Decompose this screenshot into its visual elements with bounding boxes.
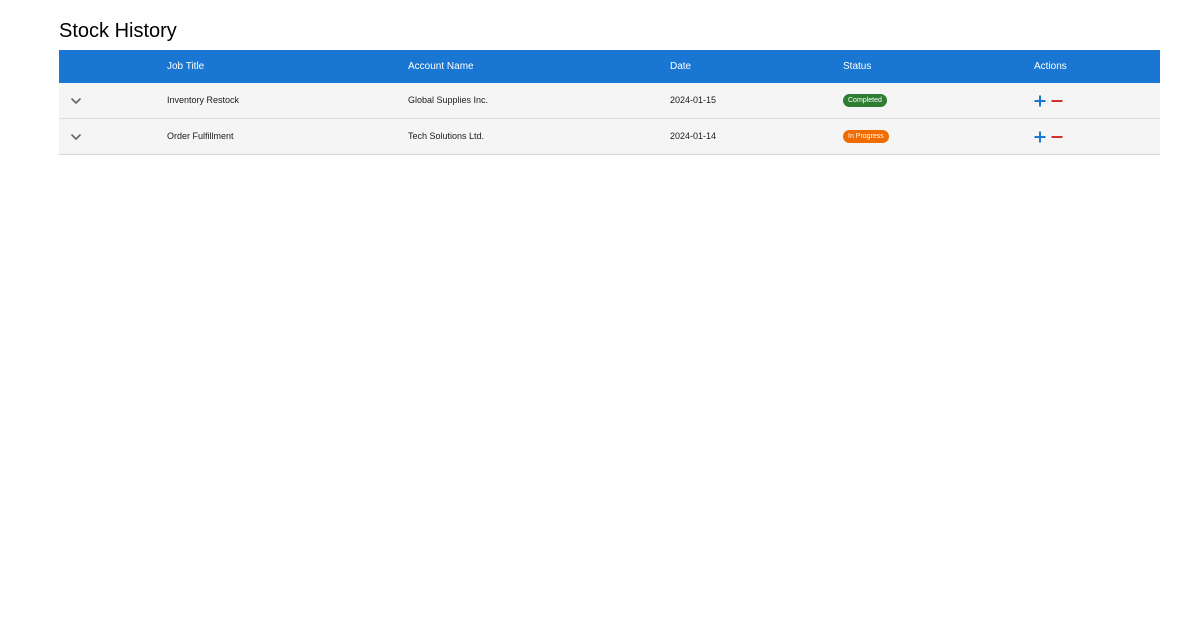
date-cell: 2024-01-14 [670,131,717,141]
job-title-cell: Order Fulfillment [167,131,234,141]
status-badge: Completed [843,94,887,107]
job-title-cell: Inventory Restock [167,95,240,105]
table-row: Inventory Restock Global Supplies Inc. 2… [59,83,1160,119]
account-name-cell: Tech Solutions Ltd. [408,131,485,141]
header-date: Date [670,61,692,72]
plus-icon[interactable] [1034,95,1046,107]
date-cell: 2024-01-15 [670,95,717,105]
header-actions: Actions [1034,61,1067,72]
account-name-cell: Global Supplies Inc. [408,95,489,105]
header-status: Status [843,61,872,72]
page: Stock History Job Title Account Name Dat… [0,0,1200,630]
minus-icon[interactable] [1051,131,1063,143]
table-row: Order Fulfillment Tech Solutions Ltd. 20… [59,119,1160,154]
chevron-down-icon[interactable] [69,94,83,108]
status-badge: In Progress [843,130,889,143]
page-title: Stock History [59,20,177,42]
table-header-row: Job Title Account Name Date Status Actio… [59,50,1160,83]
plus-icon[interactable] [1034,131,1046,143]
stock-history-table: Job Title Account Name Date Status Actio… [59,50,1160,155]
header-job-title: Job Title [167,61,205,72]
header-account-name: Account Name [408,61,474,72]
row-actions [1034,130,1063,143]
chevron-down-icon[interactable] [69,130,83,144]
minus-icon[interactable] [1051,95,1063,107]
row-actions [1034,94,1063,107]
